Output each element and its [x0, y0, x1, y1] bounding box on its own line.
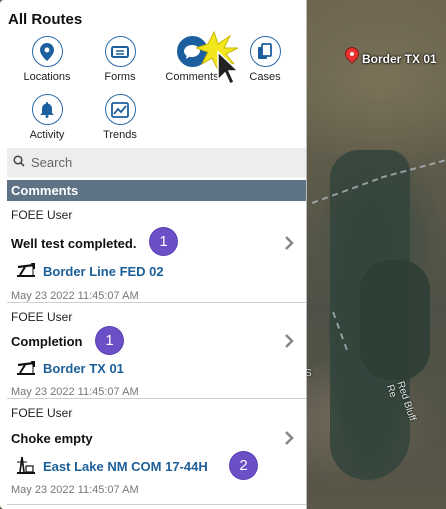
comment-user: FOEE User — [11, 406, 73, 420]
comment-timestamp: May 23 2022 11:45:07 AM — [11, 386, 139, 398]
nav-trends[interactable]: Trends — [90, 94, 150, 141]
step-badge: 1 — [96, 327, 123, 354]
search-icon — [13, 154, 25, 172]
comment-title: Completion — [11, 334, 83, 349]
comment-timestamp: May 23 2022 11:45:07 AM — [11, 290, 139, 302]
nav-label: Locations — [23, 71, 71, 83]
bell-icon — [31, 94, 63, 125]
map-marker-icon[interactable] — [342, 44, 362, 64]
form-ticket-icon — [104, 36, 136, 67]
chevron-right-icon[interactable] — [284, 431, 294, 450]
nav-forms[interactable]: Forms — [90, 36, 150, 83]
nav-label: Forms — [104, 71, 136, 83]
nav-activity[interactable]: Activity — [17, 94, 77, 141]
trend-chart-icon — [104, 94, 136, 125]
comment-title: Well test completed. — [11, 236, 137, 251]
nav-locations[interactable]: Locations — [17, 36, 77, 83]
pump-jack-icon — [16, 360, 36, 381]
comment-item[interactable]: FOEE User Choke empty East Lake NM COM 1… — [7, 399, 306, 504]
nav-label: Trends — [103, 129, 137, 141]
click-indicator-icon — [194, 30, 248, 91]
map-water-body — [360, 260, 430, 380]
nav-label: Activity — [29, 129, 65, 141]
comment-user: FOEE User — [11, 208, 73, 222]
section-header: Comments — [7, 180, 306, 201]
location-pin-icon — [31, 36, 63, 67]
chevron-right-icon[interactable] — [284, 236, 294, 255]
divider — [7, 504, 306, 505]
routes-panel: All Routes Locations Forms Comments Case… — [0, 0, 307, 509]
step-badge: 1 — [150, 228, 177, 255]
panel-title: All Routes — [8, 11, 83, 28]
comment-title: Choke empty — [11, 431, 93, 446]
comment-location-link[interactable]: Border TX 01 — [43, 361, 124, 376]
comment-user: FOEE User — [11, 310, 73, 324]
pump-jack-icon — [16, 262, 36, 283]
comment-location-link[interactable]: Border Line FED 02 — [43, 264, 164, 279]
comment-item[interactable]: FOEE User Completion Border TX 01 May 23… — [7, 303, 306, 398]
copy-document-icon — [249, 36, 281, 67]
chevron-right-icon[interactable] — [284, 334, 294, 353]
search-bar[interactable] — [7, 148, 306, 177]
map-marker-label[interactable]: Border TX 01 — [362, 52, 437, 66]
comment-timestamp: May 23 2022 11:45:07 AM — [11, 484, 139, 496]
comment-location-link[interactable]: East Lake NM COM 17-44H — [43, 459, 208, 474]
search-input[interactable] — [31, 155, 271, 170]
step-badge: 2 — [230, 452, 257, 479]
drilling-rig-icon — [16, 455, 36, 480]
